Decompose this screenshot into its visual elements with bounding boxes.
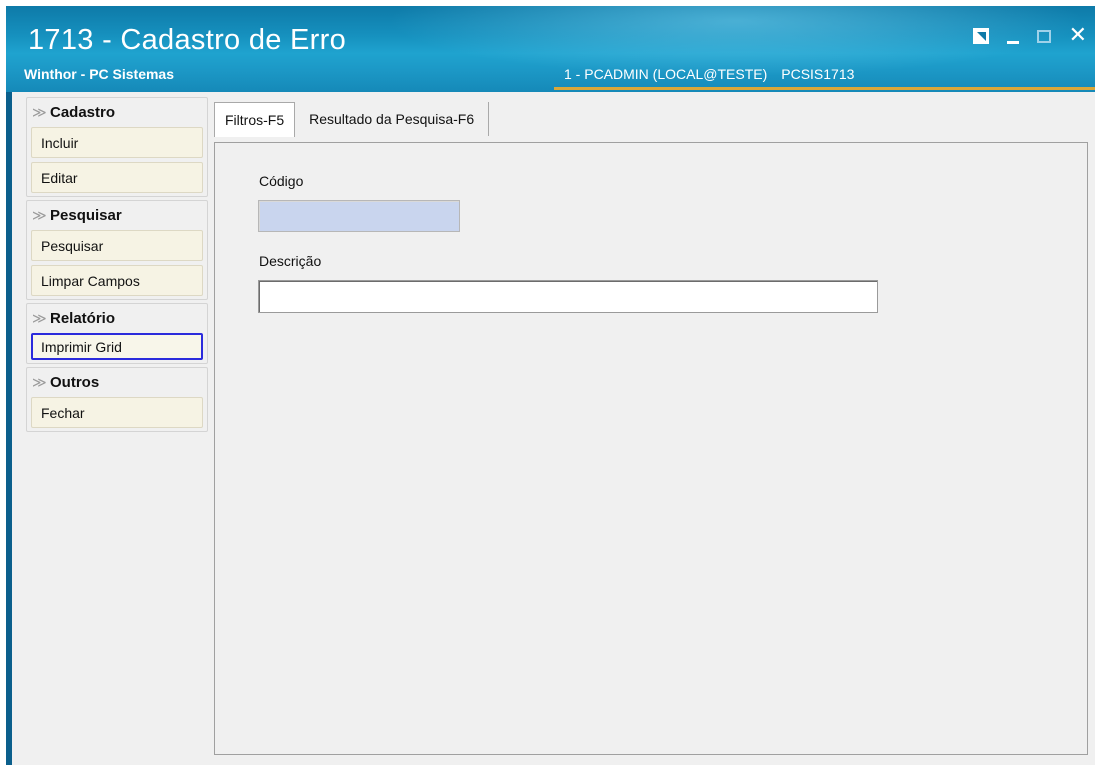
- codigo-input[interactable]: [258, 200, 460, 232]
- descricao-input[interactable]: [258, 280, 878, 313]
- fechar-button[interactable]: Fechar: [31, 397, 203, 428]
- group-relatorio: ≫ Relatório Imprimir Grid: [26, 303, 208, 364]
- descricao-label: Descrição: [259, 253, 322, 269]
- pesquisar-button[interactable]: Pesquisar: [31, 230, 203, 261]
- chevron-collapse-icon: ≫: [32, 374, 47, 390]
- chevron-collapse-icon: ≫: [32, 207, 47, 223]
- limpar-campos-button[interactable]: Limpar Campos: [31, 265, 203, 296]
- group-header-cadastro[interactable]: ≫ Cadastro: [31, 100, 203, 125]
- action-sidebar: ≫ Cadastro Incluir Editar ≫ Pesquisar Pe…: [26, 97, 208, 435]
- close-icon[interactable]: ✕: [1069, 25, 1087, 47]
- group-title: Cadastro: [50, 104, 116, 121]
- minimize-icon[interactable]: [1006, 40, 1019, 44]
- group-title: Relatório: [50, 310, 116, 327]
- user-info: 1 - PCADMIN (LOCAL@TESTE): [564, 66, 768, 82]
- incluir-button[interactable]: Incluir: [31, 127, 203, 158]
- tab-filtros[interactable]: Filtros-F5: [214, 102, 296, 137]
- chevron-collapse-icon: ≫: [32, 310, 47, 326]
- group-title: Outros: [50, 374, 100, 391]
- title-bar[interactable]: 1713 - Cadastro de Erro Winthor - PC Sis…: [6, 6, 1095, 92]
- group-pesquisar: ≫ Pesquisar Pesquisar Limpar Campos: [26, 200, 208, 300]
- group-outros: ≫ Outros Fechar: [26, 367, 208, 432]
- window-title: 1713 - Cadastro de Erro: [28, 24, 347, 56]
- tab-resultado-pesquisa[interactable]: Resultado da Pesquisa-F6: [295, 102, 490, 136]
- group-header-pesquisar[interactable]: ≫ Pesquisar: [31, 203, 203, 228]
- app-subtitle: Winthor - PC Sistemas: [24, 66, 175, 82]
- app-window: 1713 - Cadastro de Erro Winthor - PC Sis…: [6, 6, 1095, 765]
- routine-code: PCSIS1713: [781, 66, 855, 82]
- imprimir-grid-button[interactable]: Imprimir Grid: [31, 333, 203, 360]
- accent-line: [554, 87, 1095, 90]
- group-title: Pesquisar: [50, 207, 122, 224]
- codigo-label: Código: [259, 173, 304, 189]
- client-area: ≫ Cadastro Incluir Editar ≫ Pesquisar Pe…: [12, 92, 1095, 765]
- group-header-relatorio[interactable]: ≫ Relatório: [31, 306, 203, 331]
- editar-button[interactable]: Editar: [31, 162, 203, 193]
- session-status: 1 - PCADMIN (LOCAL@TESTE) PCSIS1713: [564, 66, 868, 82]
- group-header-outros[interactable]: ≫ Outros: [31, 370, 203, 395]
- restore-icon[interactable]: [972, 28, 989, 44]
- filters-panel: Código Descrição: [214, 142, 1088, 755]
- maximize-icon[interactable]: [1036, 29, 1051, 43]
- chevron-collapse-icon: ≫: [32, 104, 47, 120]
- group-cadastro: ≫ Cadastro Incluir Editar: [26, 97, 208, 197]
- window-controls: ✕: [972, 25, 1087, 47]
- tab-strip: Filtros-F5 Resultado da Pesquisa-F6: [214, 100, 490, 137]
